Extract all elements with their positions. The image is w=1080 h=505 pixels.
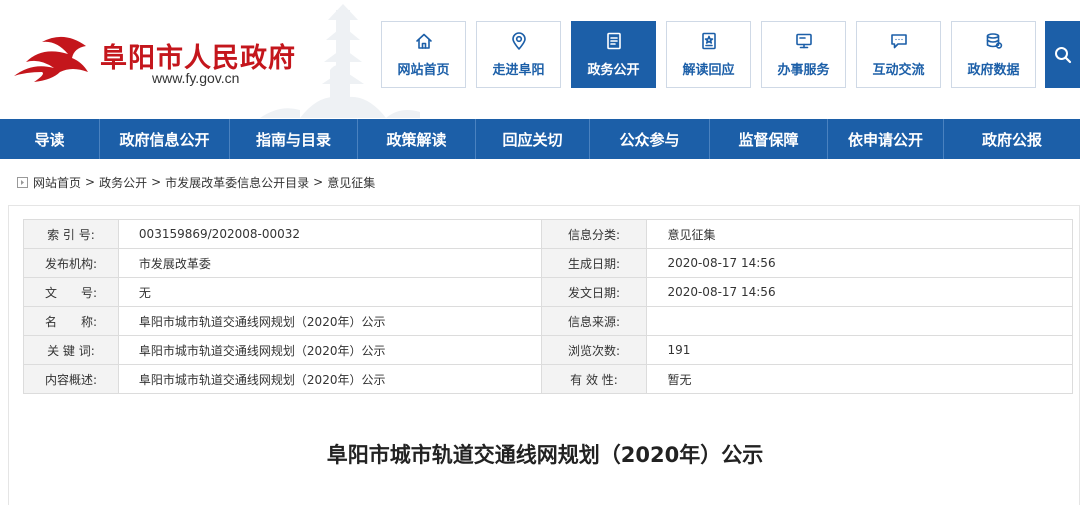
info-label: 内容概述: [23,364,119,394]
breadcrumb-separator: > [313,175,324,189]
info-label: 索 引 号: [23,219,119,249]
info-row: 索 引 号: 003159869/202008-00032 信息分类: 意见征集 [23,219,1073,249]
topnav-item-2[interactable]: 走进阜阳 [476,21,561,88]
topnav-item-4[interactable]: 解读回应 [666,21,751,88]
home-icon [415,33,432,49]
chat-bubble-icon [890,34,907,49]
site-emblem-icon [14,36,88,82]
info-value: 阜阳市城市轨道交通线网规划（2020年）公示 [117,306,542,336]
breadcrumb-link[interactable]: 政务公开 [99,174,147,191]
topnav-label: 解读回应 [682,63,735,78]
search-button[interactable] [1045,21,1080,88]
info-row: 名 称: 阜阳市城市轨道交通线网规划（2020年）公示 信息来源: [23,306,1073,336]
topnav-item-6[interactable]: 互动交流 [856,21,941,88]
breadcrumb-separator: > [85,175,96,189]
info-label: 浏览次数: [540,335,648,365]
info-value: 无 [117,277,542,307]
mainnav-item-4[interactable]: 政策解读 [358,119,476,159]
info-value: 2020-08-17 14:56 [646,277,1073,307]
document-list-icon [606,32,621,50]
article-title: 阜阳市城市轨道交通线网规划（2020年）公示 [326,443,764,467]
breadcrumb-separator: > [151,175,162,189]
info-label: 关 键 词: [23,335,119,365]
topnav-label: 办事服务 [777,63,830,78]
mainnav-item-5[interactable]: 回应关切 [476,119,590,159]
info-value: 意见征集 [646,219,1073,249]
topnav-item-3[interactable]: 政务公开 [571,21,656,88]
info-row: 发布机构: 市发展改革委 生成日期: 2020-08-17 14:56 [23,248,1073,278]
content-panel: 索 引 号: 003159869/202008-00032 信息分类: 意见征集 发布机… [8,205,1080,505]
topnav-item-7[interactable]: 政府数据 [951,21,1036,88]
breadcrumb-link[interactable]: 市发展改革委信息公开目录 [165,174,309,191]
info-label: 发布机构: [23,248,119,278]
main-navigation: 导读 政府信息公开 指南与目录 政策解读 回应关切 公众参与 监督保障 依申请公开 政府公报 [0,119,1080,159]
mainnav-item-7[interactable]: 监督保障 [710,119,828,159]
info-label: 有 效 性: [540,364,648,394]
mainnav-item-9[interactable]: 政府公报 [944,119,1080,159]
info-value: 2020-08-17 14:56 [646,248,1073,278]
info-value: 阜阳市城市轨道交通线网规划（2020年）公示 [117,335,542,365]
info-value: 市发展改革委 [117,248,542,278]
monitor-icon [795,33,812,49]
info-row: 文 号: 无发文日期: 2020-08-17 14:56 [23,277,1073,307]
info-value: 003159869/202008-00032 [117,219,542,249]
info-row: 内容概述: 阜阳市城市轨道交通线网规划（2020年）公示有 效 性: 暂无 [23,364,1073,394]
topnav-label: 政府数据 [967,63,1020,78]
mainnav-item-2[interactable]: 政府信息公开 [100,119,230,159]
site-logo[interactable]: 阜阳市人民政府 www.fy.gov.cn [12,30,332,90]
info-value: 191 [646,335,1073,365]
info-label: 信息分类: [540,219,648,249]
topnav-label: 政务公开 [587,63,640,78]
topnav-label: 网站首页 [397,63,450,78]
info-label: 生成日期: [540,248,648,278]
mainnav-item-8[interactable]: 依申请公开 [828,119,944,159]
info-value: 阜阳市城市轨道交通线网规划（2020年）公示 [117,364,542,394]
info-label: 发文日期: [540,277,648,307]
star-document-icon [701,32,716,50]
search-icon [1054,46,1071,63]
topnav-label: 走进阜阳 [492,63,545,78]
info-row: 关 键 词: 阜阳市城市轨道交通线网规划（2020年）公示 浏览次数: 191 [23,335,1073,365]
topnav-item-5[interactable]: 办事服务 [761,21,846,88]
site-header: 阜阳市人民政府 www.fy.gov.cn 网站首页 走进阜阳 政务公开 解读回应 办事… [0,0,1080,118]
info-label: 名 称: [23,306,119,336]
top-navigation: 网站首页 走进阜阳 政务公开 解读回应 办事服务 互动交流 政府数据 [381,21,1036,88]
breadcrumb-link[interactable]: 意见征集 [327,174,375,191]
mainnav-item-6[interactable]: 公众参与 [590,119,710,159]
info-label: 文 号: [23,277,119,307]
site-url: www.fy.gov.cn [152,70,240,86]
database-icon [986,33,1002,49]
mainnav-item-1[interactable]: 导读 [0,119,100,159]
info-value [646,306,1073,336]
topnav-item-1[interactable]: 网站首页 [381,21,466,88]
topnav-label: 互动交流 [872,63,925,78]
location-pin-icon [511,32,526,50]
location-marker-icon [17,176,28,188]
info-label: 信息来源: [540,306,648,336]
breadcrumb: 网站首页 > 政务公开 > 市发展改革委信息公开目录 > 意见征集 [17,173,375,191]
info-value: 暂无 [646,364,1073,394]
document-info-table: 索 引 号: 003159869/202008-00032 信息分类: 意见征集 发布机… [23,219,1073,394]
mainnav-item-3[interactable]: 指南与目录 [230,119,358,159]
breadcrumb-link[interactable]: 网站首页 [33,174,81,191]
